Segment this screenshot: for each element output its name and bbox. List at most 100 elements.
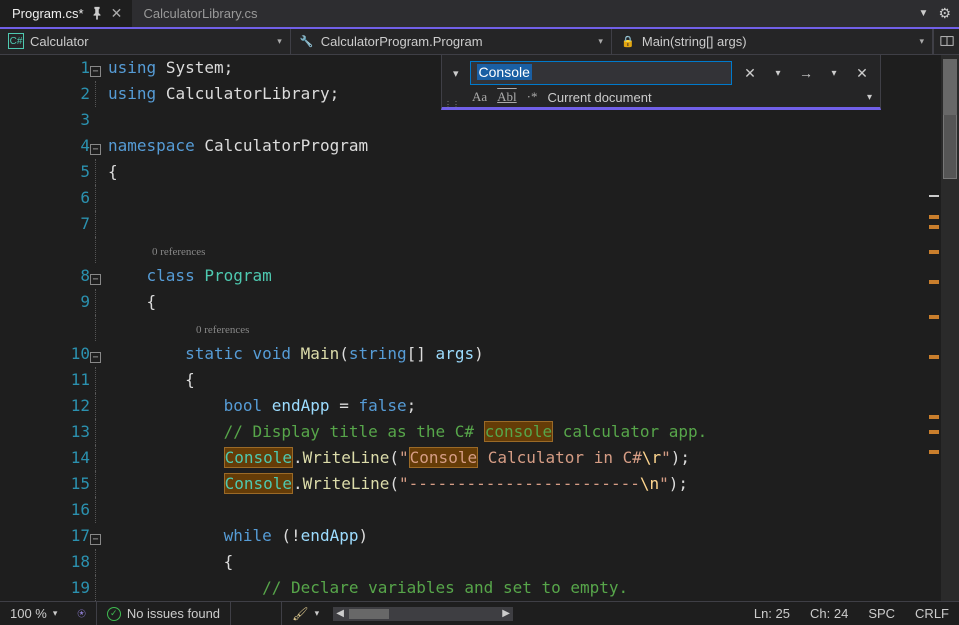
codelens-references[interactable]: 0 references [108,324,249,336]
code-token: string [349,344,407,363]
code-token: " [661,448,671,467]
cursor-char[interactable]: Ch: 24 [800,602,858,625]
scroll-left-icon[interactable]: ◀ [333,607,347,621]
match-case-toggle[interactable]: Aa [472,89,487,105]
code-token: // Display title as the C# [224,422,484,441]
codelens-references[interactable]: 0 references [108,246,205,258]
fold-toggle[interactable]: − [90,352,101,363]
editor-area: 1 − using System; 2 using CalculatorLibr… [0,55,959,601]
tab-overflow-icon[interactable]: ▼ [919,8,929,19]
fold-toggle[interactable]: − [90,534,101,545]
line-number: 12 [0,393,90,419]
line-endings[interactable]: CRLF [905,602,959,625]
code-token: WriteLine [303,448,390,467]
line-number: 8 [0,263,90,289]
nav-class-label: CalculatorProgram.Program [321,34,483,49]
expand-replace-icon[interactable]: ▾ [450,64,462,83]
code-token: void [253,344,292,363]
code-token: Main [301,344,340,363]
search-highlight: console [484,421,553,442]
find-options-arrow-icon[interactable]: ▾ [768,63,788,83]
tab-calculatorlibrary-cs[interactable]: CalculatorLibrary.cs [132,0,266,27]
code-token: calculator app. [553,422,707,441]
search-highlight: Console [224,473,293,494]
method-icon: 🔒 [620,33,636,49]
quick-actions-icon[interactable]: 🖌▾ [282,602,329,625]
close-find-icon[interactable]: ✕ [740,63,760,83]
code-token: CalculatorProgram [204,136,368,155]
marker-overview[interactable] [927,55,941,601]
code-token: \n [640,474,659,493]
code-editor[interactable]: 1 − using System; 2 using CalculatorLibr… [0,55,927,601]
code-token: endApp [272,396,330,415]
chevron-down-icon: ▾ [919,36,924,47]
code-token: \r [642,448,661,467]
resize-handle-icon[interactable]: ⋮⋮ [444,100,460,109]
line-number: 7 [0,211,90,237]
line-number: 10 [0,341,90,367]
pin-icon[interactable] [90,6,104,20]
zoom-label: 100 % [10,606,47,621]
match-word-toggle[interactable]: Abl [497,89,517,105]
line-number: 17 [0,523,90,549]
nav-member-dropdown[interactable]: 🔒 Main(string[] args) ▾ [612,29,933,55]
scroll-right-icon[interactable]: ▶ [499,607,513,621]
chevron-down-icon[interactable]: ▾ [867,92,872,103]
code-token: " [399,448,409,467]
code-token: args [436,344,475,363]
status-bar: 100 % ▾ ⍟ ✓ No issues found 🖌▾ ◀ ▶ Ln: 2… [0,601,959,625]
code-token: endApp [301,526,359,545]
intellisense-icon[interactable]: ⍟ [67,602,95,625]
line-number: 9 [0,289,90,315]
document-tab-bar: Program.cs* ✕ CalculatorLibrary.cs ▼ ⚙ [0,0,959,29]
line-number: 16 [0,497,90,523]
code-token: false [358,396,406,415]
chevron-down-icon: ▾ [53,608,58,619]
line-number: 11 [0,367,90,393]
line-number: 14 [0,445,90,471]
fold-toggle[interactable]: − [90,274,101,285]
fold-toggle[interactable]: − [90,66,101,77]
cursor-line[interactable]: Ln: 25 [744,602,800,625]
line-number: 6 [0,185,90,211]
code-token: " [659,474,669,493]
code-token: using [108,58,156,77]
chevron-down-icon: ▾ [277,36,282,47]
split-editor-button[interactable] [933,29,959,55]
nav-class-dropdown[interactable]: 🔧 CalculatorProgram.Program ▾ [291,29,612,55]
indentation-mode[interactable]: SPC [858,602,905,625]
vertical-scrollbar[interactable] [941,55,959,601]
find-input-value: Console [477,64,532,80]
zoom-level[interactable]: 100 % ▾ [0,602,67,625]
line-number: 4 [0,133,90,159]
line-number: 18 [0,549,90,575]
close-icon[interactable]: ✕ [852,63,872,83]
nav-project-label: Calculator [30,34,89,49]
tab-label: CalculatorLibrary.cs [144,6,258,21]
regex-toggle[interactable]: ·* [527,89,538,105]
check-icon: ✓ [107,607,121,621]
tab-program-cs[interactable]: Program.cs* ✕ [0,0,132,27]
horizontal-scrollbar[interactable]: ◀ ▶ [333,607,513,621]
error-status[interactable]: ✓ No issues found [97,602,230,625]
fold-toggle[interactable]: − [90,144,101,155]
find-next-icon[interactable]: → [796,63,816,83]
line-number: 2 [0,81,90,107]
chevron-down-icon: ▾ [598,36,603,47]
code-token: namespace [108,136,195,155]
nav-project-dropdown[interactable]: C# Calculator ▾ [0,29,291,55]
code-token: CalculatorLibrary [166,84,330,103]
find-scope-dropdown[interactable]: Current document [548,90,857,105]
code-token: WriteLine [303,474,390,493]
find-input[interactable]: Console [470,61,732,85]
code-token: bool [224,396,263,415]
code-token: static [185,344,243,363]
editor-window: Program.cs* ✕ CalculatorLibrary.cs ▼ ⚙ C… [0,0,959,625]
line-number: 1 [0,55,90,81]
csharp-icon: C# [8,33,24,49]
line-number: 19 [0,575,90,601]
close-icon[interactable]: ✕ [110,6,124,20]
line-number: 3 [0,107,90,133]
gear-icon[interactable]: ⚙ [938,5,951,22]
find-next-arrow-icon[interactable]: ▾ [824,63,844,83]
